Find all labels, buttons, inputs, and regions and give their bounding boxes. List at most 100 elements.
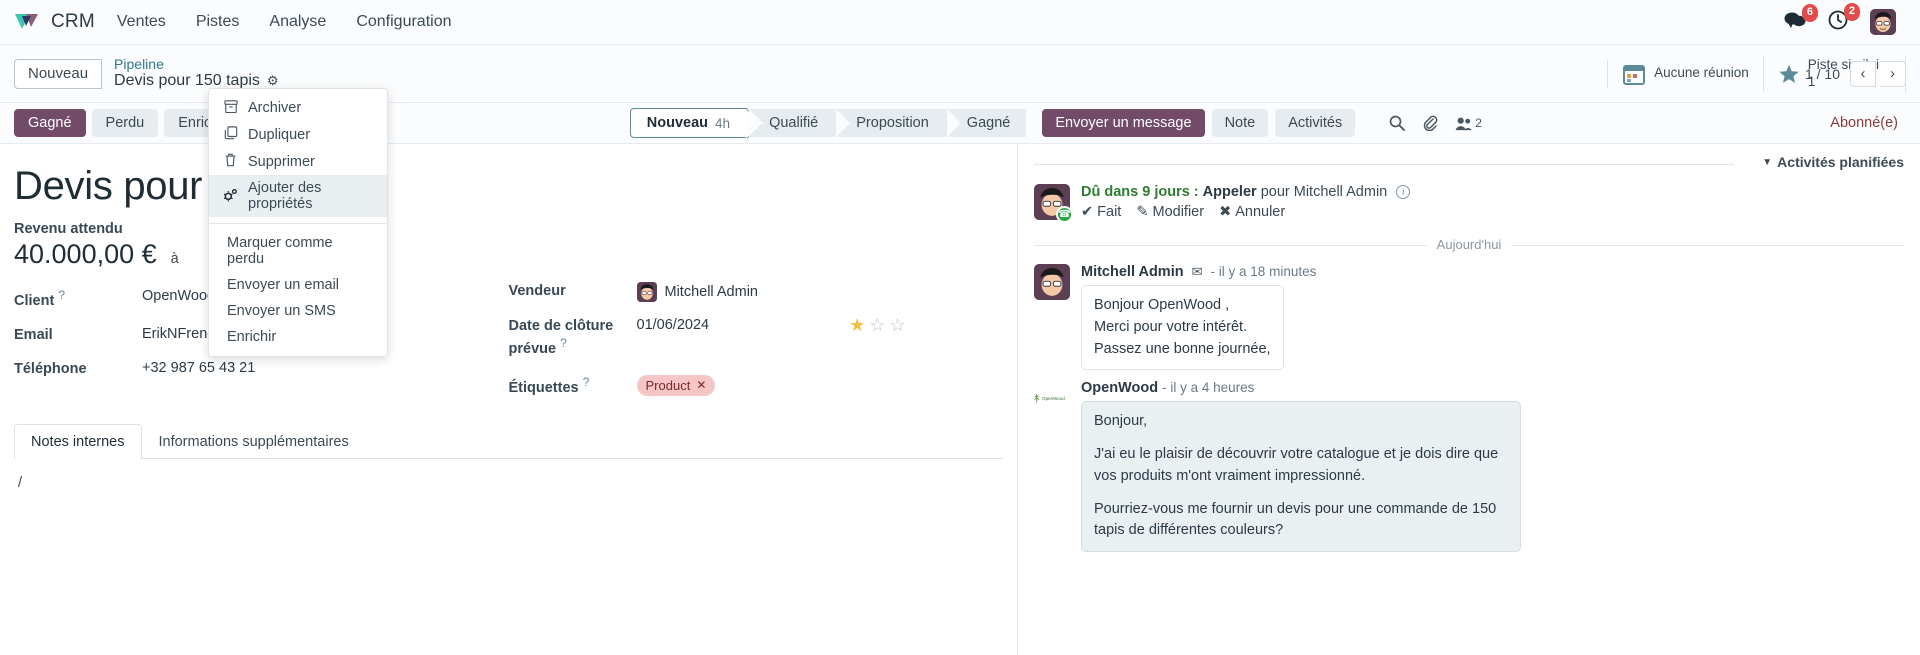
dropdown-item-envoyer-sms[interactable]: Envoyer un SMS xyxy=(209,298,387,324)
star-1-icon[interactable]: ★ xyxy=(849,315,865,336)
activity-cancel-label: Annuler xyxy=(1235,204,1286,220)
tab-informations-supplementaires[interactable]: Informations supplémentaires xyxy=(142,424,366,459)
archive-icon xyxy=(223,100,238,116)
priority-stars[interactable]: ★ ☆ ☆ xyxy=(849,315,905,336)
breadcrumb: Pipeline Devis pour 150 tapis ⚙ xyxy=(114,56,279,90)
dropdown-item-archiver[interactable]: Archiver xyxy=(209,95,387,121)
pager-next-button[interactable]: › xyxy=(1880,60,1906,87)
form-column-right: Vendeur Mitchell Admin Date de clôture p… xyxy=(509,221,1004,410)
star-icon xyxy=(1779,64,1799,83)
lost-button[interactable]: Perdu xyxy=(91,109,159,137)
record-form: Devis pour 150 tapis Revenu attendu 40.0… xyxy=(0,143,1018,655)
new-button[interactable]: Nouveau xyxy=(14,58,103,89)
subscribe-toggle[interactable]: Abonné(e) xyxy=(1830,115,1906,131)
pipeline-statusbar: Nouveau 4h Qualifié Proposition Gagné xyxy=(629,108,1029,139)
dropdown-item-dupliquer[interactable]: Dupliquer xyxy=(209,121,387,148)
breadcrumb-parent[interactable]: Pipeline xyxy=(114,56,279,72)
chatter-tools: 2 xyxy=(1389,115,1482,131)
activity-summary: Dû dans 9 jours : Appeler pour Mitchell … xyxy=(1081,184,1904,200)
field-value-client[interactable]: OpenWood xyxy=(142,286,215,304)
message-item: OpenWood OpenWood - il y a 4 heures Bonj… xyxy=(1034,380,1904,552)
dropdown-label-marquer-perdu: Marquer comme perdu xyxy=(227,235,333,267)
pager-label: 1 / 10 xyxy=(1804,65,1840,82)
star-3-icon[interactable]: ☆ xyxy=(889,315,905,336)
activity-done-button[interactable]: ✔ Fait xyxy=(1081,204,1121,220)
dropdown-item-marquer-perdu[interactable]: Marquer comme perdu xyxy=(209,230,387,272)
stage-nouveau[interactable]: Nouveau 4h xyxy=(629,108,763,139)
star-2-icon[interactable]: ☆ xyxy=(869,315,885,336)
pager-prev-button[interactable]: ‹ xyxy=(1850,60,1876,87)
messages-button[interactable]: 6 xyxy=(1784,3,1818,34)
stage-qualifie-label: Qualifié xyxy=(769,115,819,131)
gear-icon[interactable]: ⚙ xyxy=(267,73,279,89)
field-value-salesperson[interactable]: Mitchell Admin xyxy=(636,280,758,302)
activity-edit-button[interactable]: ✎ Modifier xyxy=(1136,204,1204,220)
followers-button[interactable]: 2 xyxy=(1455,116,1482,131)
user-avatar[interactable] xyxy=(1870,9,1896,35)
notebook-body[interactable]: / xyxy=(14,459,1003,519)
dropdown-item-supprimer[interactable]: Supprimer xyxy=(209,148,387,175)
message-author[interactable]: OpenWood xyxy=(1081,380,1158,396)
odoo-logo-icon xyxy=(14,12,42,32)
send-message-button[interactable]: Envoyer un message xyxy=(1042,109,1205,137)
dropdown-item-envoyer-email[interactable]: Envoyer un email xyxy=(209,272,387,298)
field-row-salesperson: Vendeur Mitchell Admin xyxy=(509,280,1004,302)
help-icon-client[interactable]: ? xyxy=(58,288,65,302)
message-author[interactable]: Mitchell Admin xyxy=(1081,264,1184,280)
stage-qualifie[interactable]: Qualifié xyxy=(749,109,849,137)
stage-gagne[interactable]: Gagné xyxy=(946,109,1027,137)
dropdown-item-enrichir[interactable]: Enrichir xyxy=(209,324,387,350)
search-icon[interactable] xyxy=(1389,115,1406,131)
stage-proposition[interactable]: Proposition xyxy=(836,109,959,137)
nav-item-ventes[interactable]: Ventes xyxy=(115,9,168,35)
messages-badge: 6 xyxy=(1801,3,1818,22)
info-icon[interactable]: i xyxy=(1396,185,1411,199)
revenue-value[interactable]: 40.000,00 € xyxy=(14,239,157,270)
brand-name: CRM xyxy=(51,11,95,32)
stage-nouveau-label: Nouveau xyxy=(646,115,709,131)
nav-item-analyse[interactable]: Analyse xyxy=(267,9,328,35)
help-icon-close-date[interactable]: ? xyxy=(560,336,567,350)
field-value-close-date[interactable]: 01/06/2024 xyxy=(637,315,710,333)
activity-due: Dû dans 9 jours : xyxy=(1081,184,1199,200)
activity-cancel-button[interactable]: ✖ Annuler xyxy=(1219,204,1285,220)
salesperson-name: Mitchell Admin xyxy=(664,284,758,300)
activity-done-label: Fait xyxy=(1097,204,1122,220)
stage-nouveau-duration: 4h xyxy=(715,115,731,131)
nav-item-pistes[interactable]: Pistes xyxy=(194,9,242,35)
nav-item-configuration[interactable]: Configuration xyxy=(354,9,453,35)
field-value-phone[interactable]: +32 987 65 43 21 xyxy=(142,358,255,376)
properties-icon xyxy=(223,188,238,205)
paperclip-icon[interactable] xyxy=(1422,115,1438,131)
tab-notes-internes[interactable]: Notes internes xyxy=(14,424,142,460)
message-line: Passez une bonne journée, xyxy=(1094,340,1271,357)
help-icon-tags[interactable]: ? xyxy=(583,375,590,389)
close-icon: ✖ xyxy=(1219,204,1232,220)
field-label-close-date: Date de clôture prévue ? xyxy=(509,315,637,359)
trash-icon xyxy=(223,153,238,170)
field-row-close-date: Date de clôture prévue ? 01/06/2024 ★ ☆ … xyxy=(509,315,1004,359)
chevron-down-icon: ▼ xyxy=(1762,156,1773,168)
activities-badge: 2 xyxy=(1843,2,1860,21)
page-title: Devis pour 150 tapis xyxy=(14,164,373,208)
message-timestamp: - il y a 4 heures xyxy=(1162,380,1255,396)
planned-activities-title: Activités planifiées xyxy=(1777,154,1904,170)
dropdown-item-ajouter-proprietes[interactable]: Ajouter des propriétés xyxy=(209,175,387,217)
won-button[interactable]: Gagné xyxy=(14,109,86,137)
dropdown-label-ajouter-proprietes: Ajouter des propriétés xyxy=(248,180,322,212)
planned-activities-header[interactable]: ▼ Activités planifiées xyxy=(1034,154,1904,175)
note-button[interactable]: Note xyxy=(1211,109,1269,137)
tag-remove-icon[interactable]: ✕ xyxy=(696,378,706,392)
message-body: Bonjour OpenWood , Merci pour votre inté… xyxy=(1081,285,1284,371)
chatter-toolbar: Envoyer un message Note Activités xyxy=(1042,109,1356,137)
activity-type: Appeler xyxy=(1202,184,1257,200)
activities-button-chatter[interactable]: Activités xyxy=(1275,109,1356,137)
brand[interactable]: CRM xyxy=(14,11,95,33)
chatter-panel: ▼ Activités planifiées ☎ Dû dans 9 jours… xyxy=(1018,143,1920,655)
stat-button-meeting[interactable]: Aucune réunion xyxy=(1607,59,1763,88)
tag-pill[interactable]: Product ✕ xyxy=(636,374,716,396)
activities-button[interactable]: 2 xyxy=(1828,2,1860,35)
probability-prefix: à xyxy=(170,251,179,267)
field-value-tags: Product ✕ xyxy=(636,373,716,396)
dropdown-label-dupliquer: Dupliquer xyxy=(248,126,311,143)
